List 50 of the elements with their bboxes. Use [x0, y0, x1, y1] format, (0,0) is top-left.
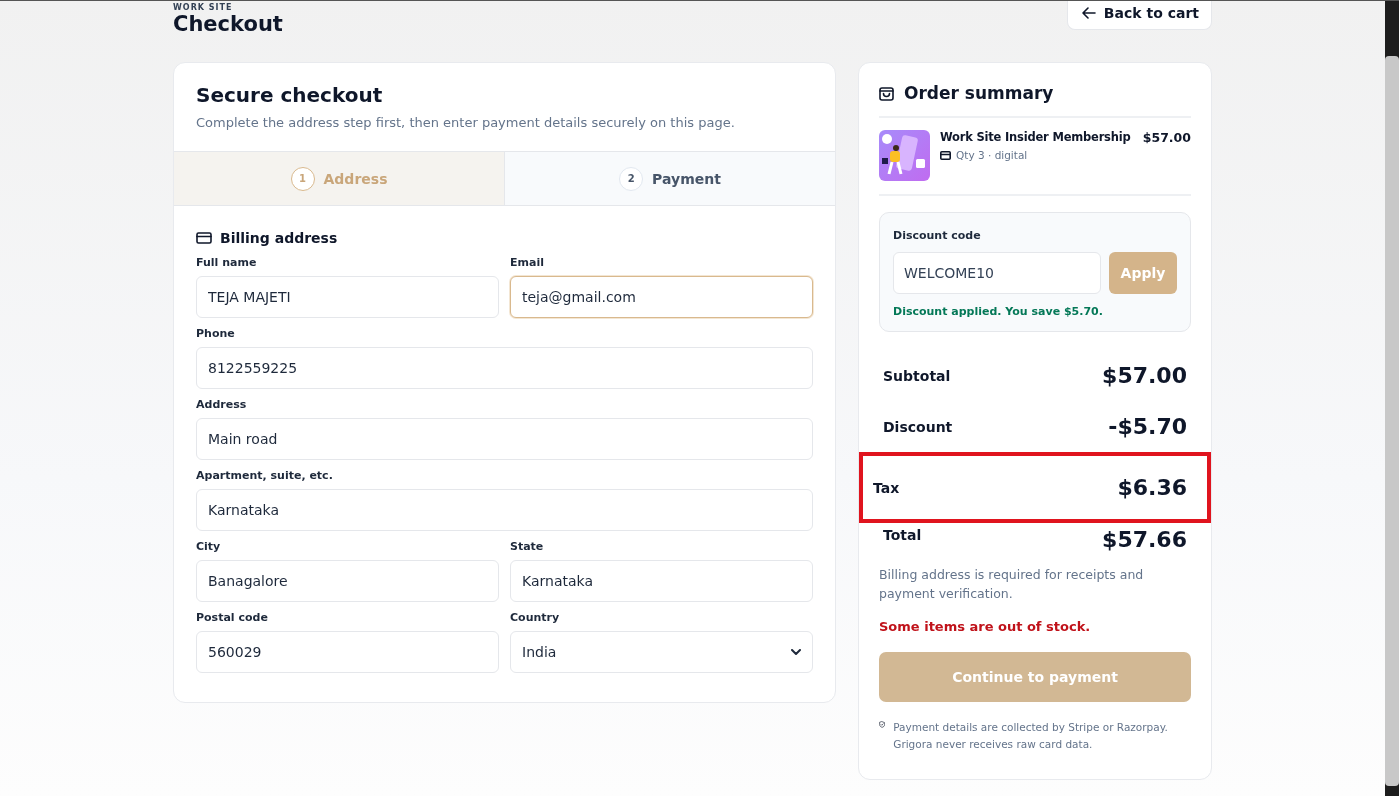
field-label: Apartment, suite, etc. [196, 469, 334, 482]
input-field[interactable]: 560029 [196, 631, 499, 673]
product-meta: Qty 3 · digital [956, 149, 1028, 161]
input-field[interactable]: 8122559225 [196, 347, 813, 389]
section-title: Billing address [220, 230, 338, 246]
card-icon [196, 232, 212, 244]
bag-icon [879, 85, 894, 101]
card-icon [940, 150, 951, 160]
field-label: Phone [196, 327, 236, 340]
input-field[interactable]: Main road [196, 418, 813, 460]
total-value: $57.66 [1102, 527, 1187, 552]
field-label: State [510, 540, 545, 553]
input-field[interactable]: Banagalore [196, 560, 499, 602]
field-label: City [196, 540, 222, 553]
back-button[interactable]: Back to cart [1066, 1, 1212, 30]
field-label: Country [510, 611, 561, 624]
scrollbar[interactable] [1385, 1, 1399, 796]
success-message: Discount applied. You save $5.70. [893, 305, 1104, 318]
total-value: $6.36 [1117, 475, 1187, 500]
product-price: $57.00 [1142, 130, 1191, 147]
country-select[interactable]: India [510, 631, 813, 673]
field-label: Email [510, 256, 545, 269]
error-message: Some items are out of stock. [879, 619, 1092, 634]
chevron-down-icon [791, 648, 801, 656]
total-label: Tax [873, 479, 900, 496]
field-label: Postal code [196, 611, 269, 624]
total-value: $57.00 [1102, 363, 1187, 388]
total-label: Subtotal [883, 367, 951, 384]
product-name: Work Site Insider Membership [940, 130, 1132, 144]
total-label: Total [883, 527, 922, 543]
field-label: Full name [196, 256, 258, 269]
security-note: Payment details are collected by Stripe or Razorpay. Grigora never receives raw card data. [893, 720, 1169, 752]
page-title: Checkout [173, 12, 283, 36]
input-field[interactable]: teja@gmail.com [510, 276, 813, 318]
field-label: Address [196, 398, 248, 411]
brand-label: WORK SITE [173, 3, 234, 12]
total-value: -$5.70 [1108, 414, 1187, 439]
field-label: Discount code [893, 229, 982, 242]
shield-check-icon [879, 719, 886, 730]
step-tab[interactable]: 2 Payment [504, 152, 835, 205]
input-field[interactable]: TEJA MAJETI [196, 276, 499, 318]
card-subtitle: Complete the address step first, then enter payment details securely on this page. [196, 115, 736, 130]
discount-field[interactable]: WELCOME10 [893, 252, 1101, 294]
total-label: Discount [883, 418, 953, 435]
input-field[interactable]: Karnataka [510, 560, 813, 602]
input-field[interactable]: Karnataka [196, 489, 813, 531]
info-note: Billing address is required for receipts and payment verification. [879, 566, 1145, 603]
summary-title: Order summary [904, 83, 1054, 103]
card-title: Secure checkout [196, 83, 384, 107]
arrow-left-icon [1081, 7, 1096, 19]
